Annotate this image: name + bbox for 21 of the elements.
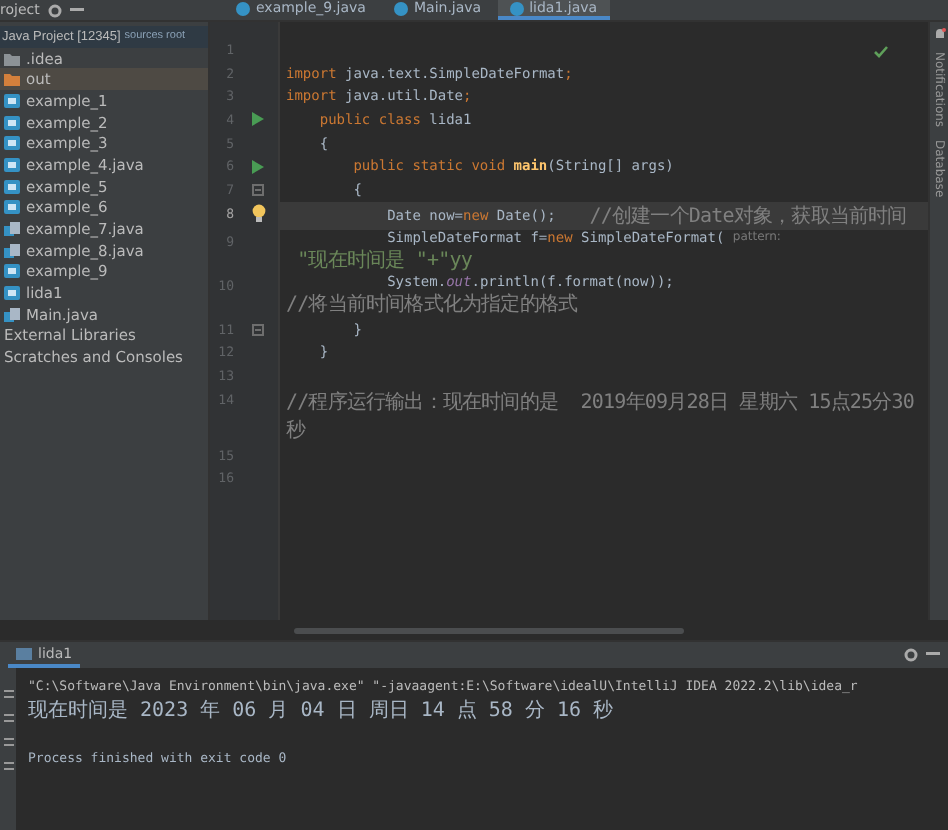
run-icon[interactable] bbox=[252, 159, 264, 174]
fold-icon[interactable] bbox=[252, 323, 264, 336]
fold-icon[interactable] bbox=[252, 183, 264, 196]
tool-icon[interactable] bbox=[3, 736, 13, 748]
minimize-icon[interactable] bbox=[69, 7, 84, 13]
scrollbar-thumb[interactable] bbox=[294, 627, 684, 633]
code-comment: //将当前时间格式化为指定的格式 bbox=[286, 291, 578, 318]
gear-icon[interactable] bbox=[47, 3, 62, 17]
minimize-icon[interactable] bbox=[926, 652, 940, 658]
code-token: "现在时间是 "+"yy bbox=[295, 247, 472, 274]
java-file-icon bbox=[4, 307, 20, 322]
tool-icon[interactable] bbox=[3, 760, 13, 772]
tool-icon[interactable] bbox=[3, 688, 13, 700]
lightbulb-icon[interactable] bbox=[251, 204, 265, 223]
console-line: 现在时间是 2023 年 06 月 04 日 周日 14 点 58 分 16 秒 bbox=[28, 700, 616, 722]
tool-icon[interactable] bbox=[3, 712, 13, 724]
code-comment: //程序运行输出：现在时间的是 2019年09月28日 星期六 15点25分30秒 bbox=[286, 389, 917, 444]
run-icon[interactable] bbox=[252, 112, 264, 127]
check-icon bbox=[874, 46, 888, 58]
gear-icon[interactable] bbox=[904, 648, 918, 662]
code-comment: //创建一个Date对象，获取当前时间 bbox=[589, 203, 907, 230]
